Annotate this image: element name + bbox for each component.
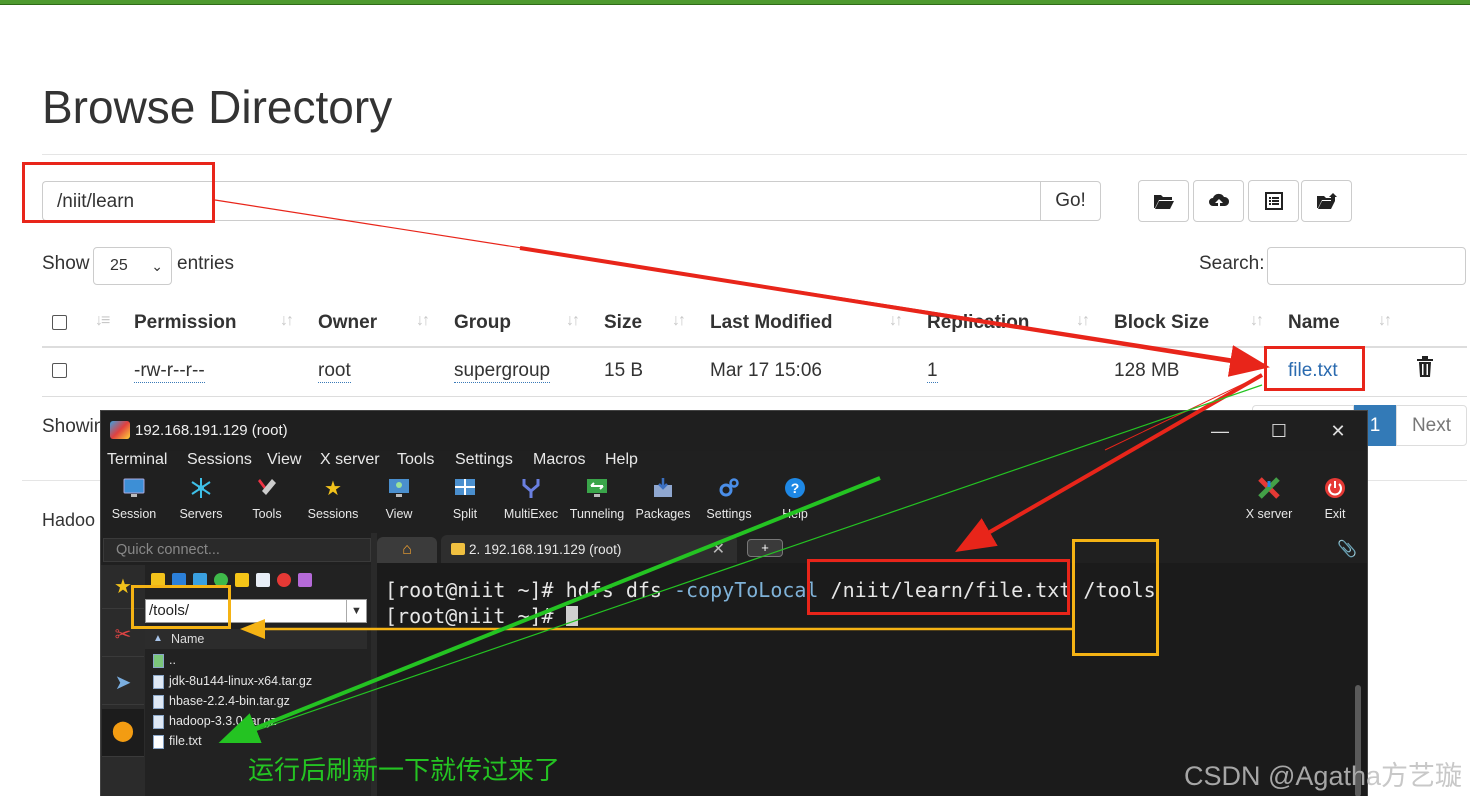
annotation-arrows	[214, 199, 1270, 743]
red-arrow-to-filename	[519, 246, 1270, 377]
watermark: CSDN @Agatha方艺璇	[1184, 761, 1462, 791]
thin-green-line	[227, 384, 1263, 741]
annotation-note: 运行后刷新一下就传过来了	[248, 755, 561, 785]
green-arrow-to-file	[218, 476, 881, 743]
